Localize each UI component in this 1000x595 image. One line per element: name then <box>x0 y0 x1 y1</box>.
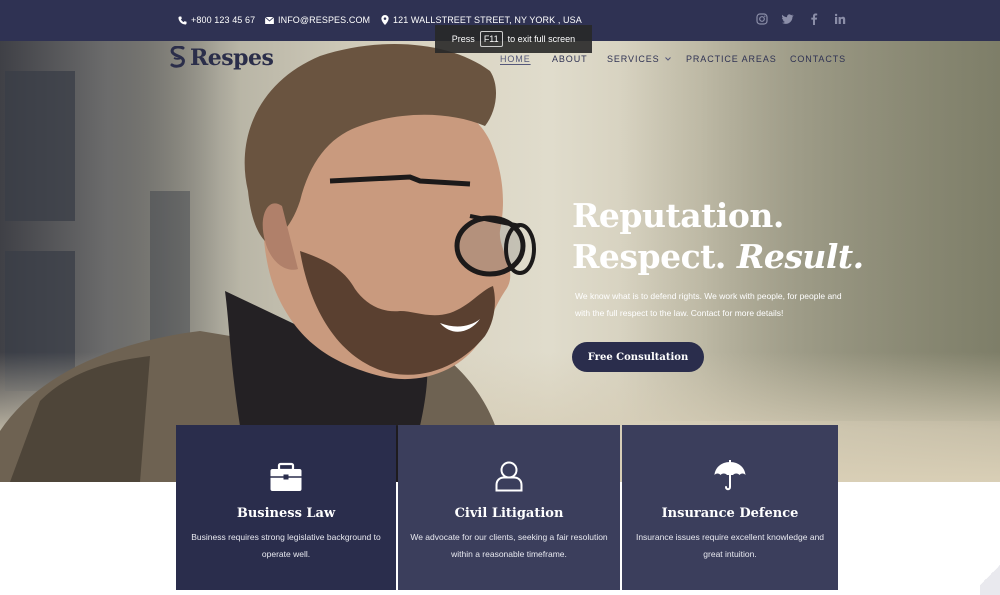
fullscreen-hint-suffix: to exit full screen <box>507 34 576 44</box>
service-card-insurance-defence[interactable]: Insurance Defence Insurance issues requi… <box>622 425 838 590</box>
logo-text: Respes <box>190 45 274 71</box>
service-card-civil-litigation[interactable]: Civil Litigation We advocate for our cli… <box>398 425 620 590</box>
services-cards: Business Law Business requires strong le… <box>176 425 838 590</box>
phone-text: +800 123 45 67 <box>191 15 256 25</box>
phone-icon <box>178 15 187 25</box>
instagram-icon[interactable] <box>756 13 768 25</box>
free-consultation-button[interactable]: Free Consultation <box>572 342 704 372</box>
nav-contacts-label: CONTACTS <box>790 54 847 64</box>
chevron-down-icon <box>664 57 671 61</box>
logo-mark-icon <box>170 46 185 68</box>
page: +800 123 45 67 INFO@RESPES.COM 121 WALLS… <box>0 0 1000 595</box>
social-links <box>756 13 846 25</box>
linkedin-icon[interactable] <box>834 13 846 25</box>
service-description: Business requires strong legislative bac… <box>191 532 381 559</box>
fullscreen-hint: Press F11 to exit full screen <box>435 25 592 53</box>
address-text: 121 WALLSTREET STREET, NY YORK , USA <box>393 15 582 25</box>
page-corner-decoration <box>980 555 1000 595</box>
hero-banner: Reputation. Respect. Result. We know wha… <box>0 41 1000 482</box>
nav-services-label: SERVICES <box>607 54 660 64</box>
hero-title-line1: Reputation. <box>572 196 784 235</box>
facebook-icon[interactable] <box>808 13 820 25</box>
service-title: Insurance Defence <box>661 506 799 521</box>
phone-contact[interactable]: +800 123 45 67 <box>178 15 255 25</box>
nav-home[interactable]: HOME <box>500 54 531 64</box>
nav-services[interactable]: SERVICES <box>607 54 671 64</box>
service-title: Civil Litigation <box>454 506 564 521</box>
nav-about[interactable]: ABOUT <box>552 54 588 64</box>
user-icon <box>495 461 523 492</box>
hero-title-plain: Respect. <box>572 237 726 276</box>
site-logo[interactable]: Respes <box>170 45 274 71</box>
hero-title: Reputation. Respect. Result. <box>572 195 864 277</box>
nav-practice-areas-label: PRACTICE AREAS <box>686 54 777 64</box>
envelope-icon <box>265 16 274 24</box>
briefcase-icon <box>270 462 302 491</box>
fullscreen-hint-key: F11 <box>479 31 503 47</box>
service-description: We advocate for our clients, seeking a f… <box>410 532 608 559</box>
twitter-icon[interactable] <box>782 13 794 25</box>
hero-title-line2: Respect. Result. <box>572 236 864 277</box>
hero-description: We know what is to defend rights. We wor… <box>575 291 842 318</box>
fullscreen-hint-prefix: Press <box>451 34 475 44</box>
email-text: INFO@RESPES.COM <box>278 15 371 25</box>
nav-about-label: ABOUT <box>552 54 588 64</box>
hero-title-italic: Result. <box>736 237 864 276</box>
nav-practice-areas[interactable]: PRACTICE AREAS <box>686 54 777 64</box>
nav-home-label: HOME <box>500 54 531 64</box>
service-description: Insurance issues require excellent knowl… <box>635 532 825 559</box>
map-pin-icon <box>381 15 389 25</box>
address-contact: 121 WALLSTREET STREET, NY YORK , USA <box>381 15 582 25</box>
umbrella-icon <box>714 460 746 491</box>
nav-contacts[interactable]: CONTACTS <box>790 54 846 64</box>
email-contact[interactable]: INFO@RESPES.COM <box>265 15 370 25</box>
service-title: Business Law <box>236 506 336 521</box>
service-card-business-law[interactable]: Business Law Business requires strong le… <box>176 425 396 590</box>
hero-photo-man <box>0 44 536 482</box>
